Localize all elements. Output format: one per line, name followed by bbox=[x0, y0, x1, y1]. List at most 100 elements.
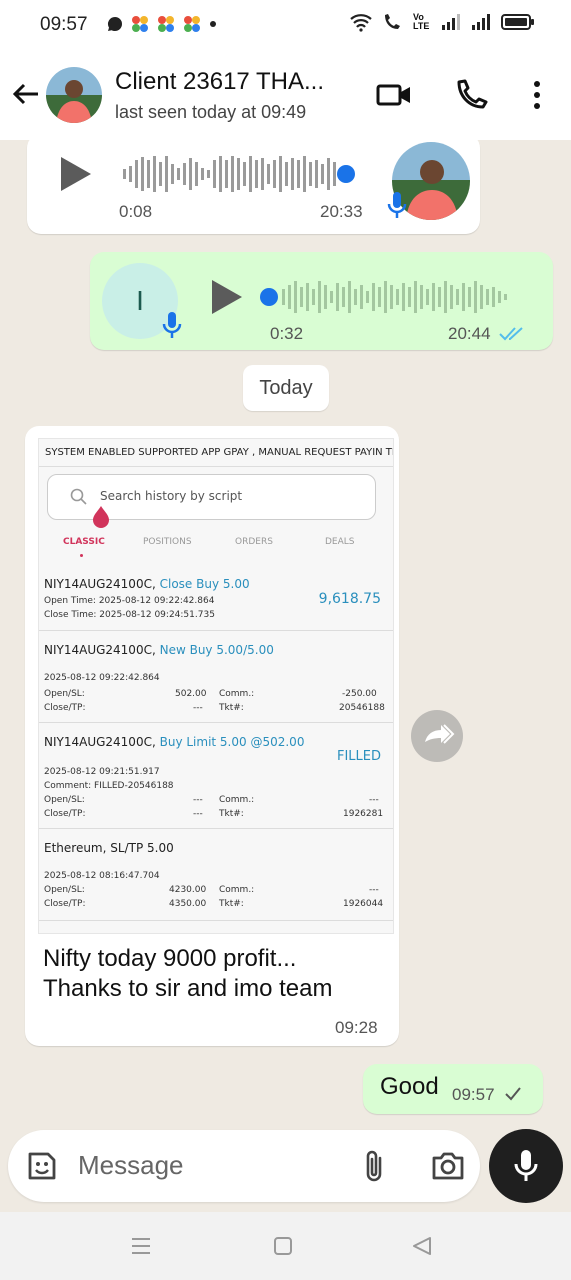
trade-label: Tkt#: bbox=[219, 703, 244, 713]
trade-field: 20546188 bbox=[339, 703, 385, 713]
image-tab: DEALS bbox=[325, 537, 355, 547]
trade-field: 4230.00 bbox=[169, 885, 207, 895]
voice-message-in[interactable]: 0:08 20:33 bbox=[27, 140, 480, 234]
video-call-icon[interactable] bbox=[375, 76, 413, 114]
forward-button[interactable] bbox=[411, 710, 463, 762]
message-time: 09:57 bbox=[452, 1085, 495, 1104]
double-tick-icon bbox=[499, 327, 523, 341]
app-icon bbox=[184, 16, 200, 32]
trade-label: Comm.: bbox=[219, 689, 255, 699]
composer[interactable]: Message bbox=[8, 1130, 480, 1202]
trade-row: NIY14AUG24100C, Close Buy 5.00 Open Time… bbox=[39, 569, 393, 631]
trade-field: --- bbox=[369, 885, 379, 895]
trade-comment: Comment: FILLED-20546188 bbox=[44, 781, 174, 791]
trade-symbol: Ethereum, bbox=[44, 841, 107, 855]
trade-row: NIY14AUG24100C, Buy Limit 5.00 @502.00 F… bbox=[39, 723, 393, 829]
play-icon[interactable] bbox=[61, 157, 91, 191]
trade-label: Close/TP: bbox=[44, 899, 86, 909]
image-tabs: CLASSIC POSITIONS ORDERS DEALS bbox=[39, 537, 393, 557]
trade-action: Buy Limit 5.00 @502.00 bbox=[159, 735, 305, 749]
trade-status: FILLED bbox=[336, 749, 381, 764]
avatar[interactable] bbox=[46, 67, 102, 123]
trade-label: Open/SL: bbox=[44, 885, 85, 895]
day-separator: Today bbox=[243, 365, 329, 411]
message-time: 20:33 bbox=[320, 202, 363, 221]
trade-field: 4350.00 bbox=[169, 899, 207, 909]
chat-area[interactable]: 0:08 20:33 I 0:32 20:44 Today SYSTEM ENA… bbox=[0, 140, 571, 1130]
system-nav-bar bbox=[0, 1212, 571, 1280]
caption-line: Nifty today 9000 profit... bbox=[43, 945, 297, 972]
back-icon[interactable] bbox=[410, 1234, 434, 1258]
voice-duration: 0:08 bbox=[119, 202, 153, 221]
trade-action: New Buy 5.00/5.00 bbox=[159, 643, 274, 657]
message-time: 20:44 bbox=[448, 324, 491, 343]
avatar-letter: I bbox=[136, 285, 144, 316]
camera-icon[interactable] bbox=[430, 1148, 466, 1184]
wifi-icon bbox=[350, 14, 372, 32]
more-vert-icon[interactable] bbox=[518, 76, 556, 114]
play-icon[interactable] bbox=[212, 280, 242, 314]
app-icon bbox=[132, 16, 148, 32]
voice-message-out[interactable]: I 0:32 20:44 bbox=[90, 252, 553, 350]
attach-icon[interactable] bbox=[360, 1148, 388, 1184]
image-search-placeholder: Search history by script bbox=[100, 489, 243, 503]
chat-icon bbox=[108, 17, 122, 31]
trade-field: 1926044 bbox=[343, 899, 384, 909]
recents-icon[interactable] bbox=[129, 1234, 153, 1258]
signal-icon bbox=[442, 14, 460, 30]
phone-icon[interactable] bbox=[451, 76, 489, 114]
image-banner: SYSTEM ENABLED SUPPORTED APP GPAY , MANU… bbox=[39, 439, 393, 467]
contact-name[interactable]: Client 23617 THA... bbox=[115, 68, 324, 96]
trade-date: 2025-08-12 08:16:47.704 bbox=[44, 871, 160, 881]
volte-label: Vo LTE bbox=[413, 12, 430, 31]
wifi-calling-icon bbox=[385, 14, 400, 29]
trade-row: Ethereum, SL/TP 5.00 2025-08-12 08:16:47… bbox=[39, 829, 393, 921]
signal-icon bbox=[472, 14, 490, 30]
search-icon bbox=[70, 488, 87, 505]
trade-date: 2025-08-12 09:21:51.917 bbox=[44, 767, 160, 777]
back-arrow-icon[interactable] bbox=[10, 78, 42, 110]
app-icon bbox=[158, 16, 174, 32]
status-bar: 09:57 Vo LTE bbox=[0, 0, 571, 50]
last-seen: last seen today at 09:49 bbox=[115, 102, 307, 122]
trade-close-time: Close Time: 2025-08-12 09:24:51.735 bbox=[44, 610, 215, 620]
battery-icon bbox=[501, 14, 534, 30]
sticker-icon[interactable] bbox=[24, 1148, 60, 1184]
trade-row: NIY14AUG24100C, New Buy 5.00/5.00 2025-0… bbox=[39, 631, 393, 723]
trade-label: Close/TP: bbox=[44, 703, 86, 713]
trade-label: Tkt#: bbox=[219, 899, 244, 909]
dot-icon bbox=[210, 21, 216, 27]
message-input[interactable]: Message bbox=[78, 1150, 184, 1181]
forward-icon bbox=[425, 724, 455, 744]
trade-field: --- bbox=[369, 795, 379, 805]
single-tick-icon bbox=[505, 1087, 521, 1101]
trade-field: 1926281 bbox=[343, 809, 384, 819]
attached-image[interactable]: SYSTEM ENABLED SUPPORTED APP GPAY , MANU… bbox=[38, 438, 394, 934]
trade-label: Tkt#: bbox=[219, 809, 244, 819]
voice-duration: 0:32 bbox=[270, 324, 304, 343]
text-message-out[interactable]: Good 09:57 bbox=[363, 1064, 543, 1114]
image-tab: ORDERS bbox=[235, 537, 273, 547]
trade-open-time: Open Time: 2025-08-12 09:22:42.864 bbox=[44, 596, 215, 606]
trade-field: --- bbox=[193, 703, 203, 713]
status-time: 09:57 bbox=[40, 14, 88, 35]
trade-label: Close/TP: bbox=[44, 809, 86, 819]
trade-field: --- bbox=[193, 809, 203, 819]
trade-symbol: NIY14AUG24100C, bbox=[44, 735, 156, 749]
message-time: 09:28 bbox=[335, 1018, 378, 1037]
message-caption: Nifty today 9000 profit... Thanks to sir… bbox=[43, 944, 332, 1004]
caption-line: Thanks to sir and imo team bbox=[43, 975, 333, 1002]
waveform bbox=[260, 281, 507, 313]
voice-record-button[interactable] bbox=[489, 1129, 563, 1203]
trade-field: -250.00 bbox=[342, 689, 377, 699]
waveform bbox=[123, 156, 355, 192]
home-icon[interactable] bbox=[271, 1234, 295, 1258]
trade-label: Comm.: bbox=[219, 795, 255, 805]
trade-value: 9,618.75 bbox=[318, 591, 381, 607]
location-pin-icon bbox=[93, 506, 109, 528]
image-message-in[interactable]: SYSTEM ENABLED SUPPORTED APP GPAY , MANU… bbox=[25, 426, 399, 1046]
trade-symbol: NIY14AUG24100C, bbox=[44, 577, 156, 591]
mic-icon bbox=[514, 1150, 538, 1181]
trade-field: 502.00 bbox=[175, 689, 207, 699]
trade-date: 2025-08-12 09:22:42.864 bbox=[44, 673, 160, 683]
